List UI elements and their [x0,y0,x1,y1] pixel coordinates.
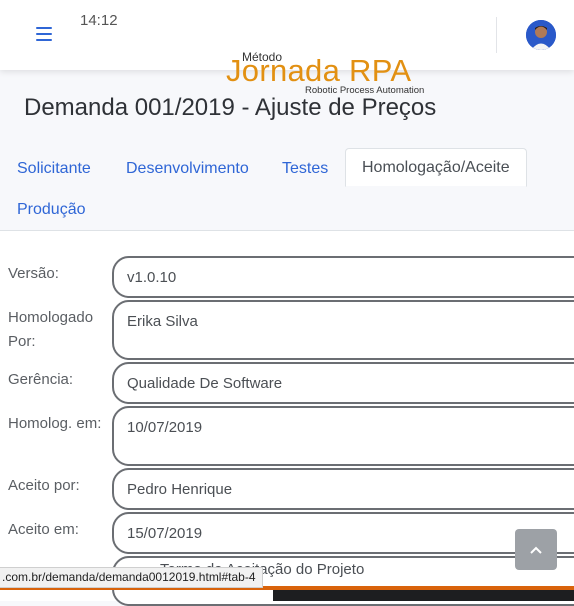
field-aceito-em[interactable]: 15/07/2019 [112,512,574,554]
tab-homologacao-aceite[interactable]: Homologação/Aceite [345,148,527,187]
label-aceito-por: Aceito por: [8,477,80,494]
hamburger-menu-icon[interactable] [36,27,52,41]
field-aceito-por[interactable]: Pedro Henrique [112,468,574,510]
field-homologado-por[interactable]: Erika Silva [112,300,574,360]
tab-solicitante[interactable]: Solicitante [17,160,91,178]
footer-dark-bar [273,590,574,601]
back-to-top-button[interactable] [515,529,557,570]
label-versao: Versão: [8,265,59,282]
tab-testes[interactable]: Testes [282,160,328,178]
label-gerencia: Gerência: [8,371,74,388]
page-title: Demanda 001/2019 - Ajuste de Preços [24,94,437,121]
tab-bar: Solicitante Desenvolvimento Testes Homol… [0,148,574,230]
user-avatar[interactable] [526,20,556,50]
label-homologado-por: Homologado Por: [8,309,94,350]
status-bar-url: .com.br/demanda/demanda0012019.html#tab-… [0,567,263,588]
jornada-rpa-logo: Método Jornada RPA Robotic Process Autom… [224,50,434,98]
chevron-up-icon [530,546,542,554]
tab-producao[interactable]: Produção [17,201,86,219]
logo-brand: Jornada RPA [226,53,412,88]
label-homolog-em: Homolog. em: [8,415,102,432]
field-homolog-em[interactable]: 10/07/2019 [112,406,574,466]
acceptance-form: Versão: v1.0.10 Homologado Por: Erika Si… [0,231,574,606]
tab-desenvolvimento[interactable]: Desenvolvimento [126,160,249,178]
header-divider [496,17,497,53]
field-versao[interactable]: v1.0.10 [112,256,574,298]
clock-time: 14:12 [80,12,118,29]
logo-tagline: Robotic Process Automation [305,85,425,96]
avatar-person-icon [526,20,556,50]
label-aceito-em: Aceito em: [8,521,79,538]
field-gerencia[interactable]: Qualidade De Software [112,362,574,404]
